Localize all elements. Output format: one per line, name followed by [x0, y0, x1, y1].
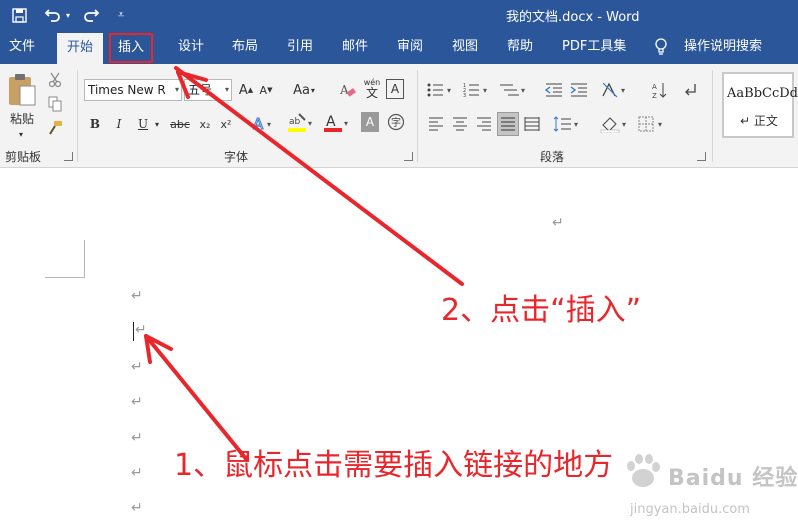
watermark-brand: Baidu 经验 — [668, 466, 798, 491]
annotation-step-1: 1、鼠标点击需要插入链接的地方 — [174, 448, 614, 483]
annotation-step-2: 2、点击“插入” — [441, 293, 642, 328]
baidu-paw-icon — [627, 454, 660, 487]
baidu-watermark: Baidu 经验 jingyan.baidu.com — [618, 442, 798, 528]
watermark-url: jingyan.baidu.com — [630, 502, 750, 517]
